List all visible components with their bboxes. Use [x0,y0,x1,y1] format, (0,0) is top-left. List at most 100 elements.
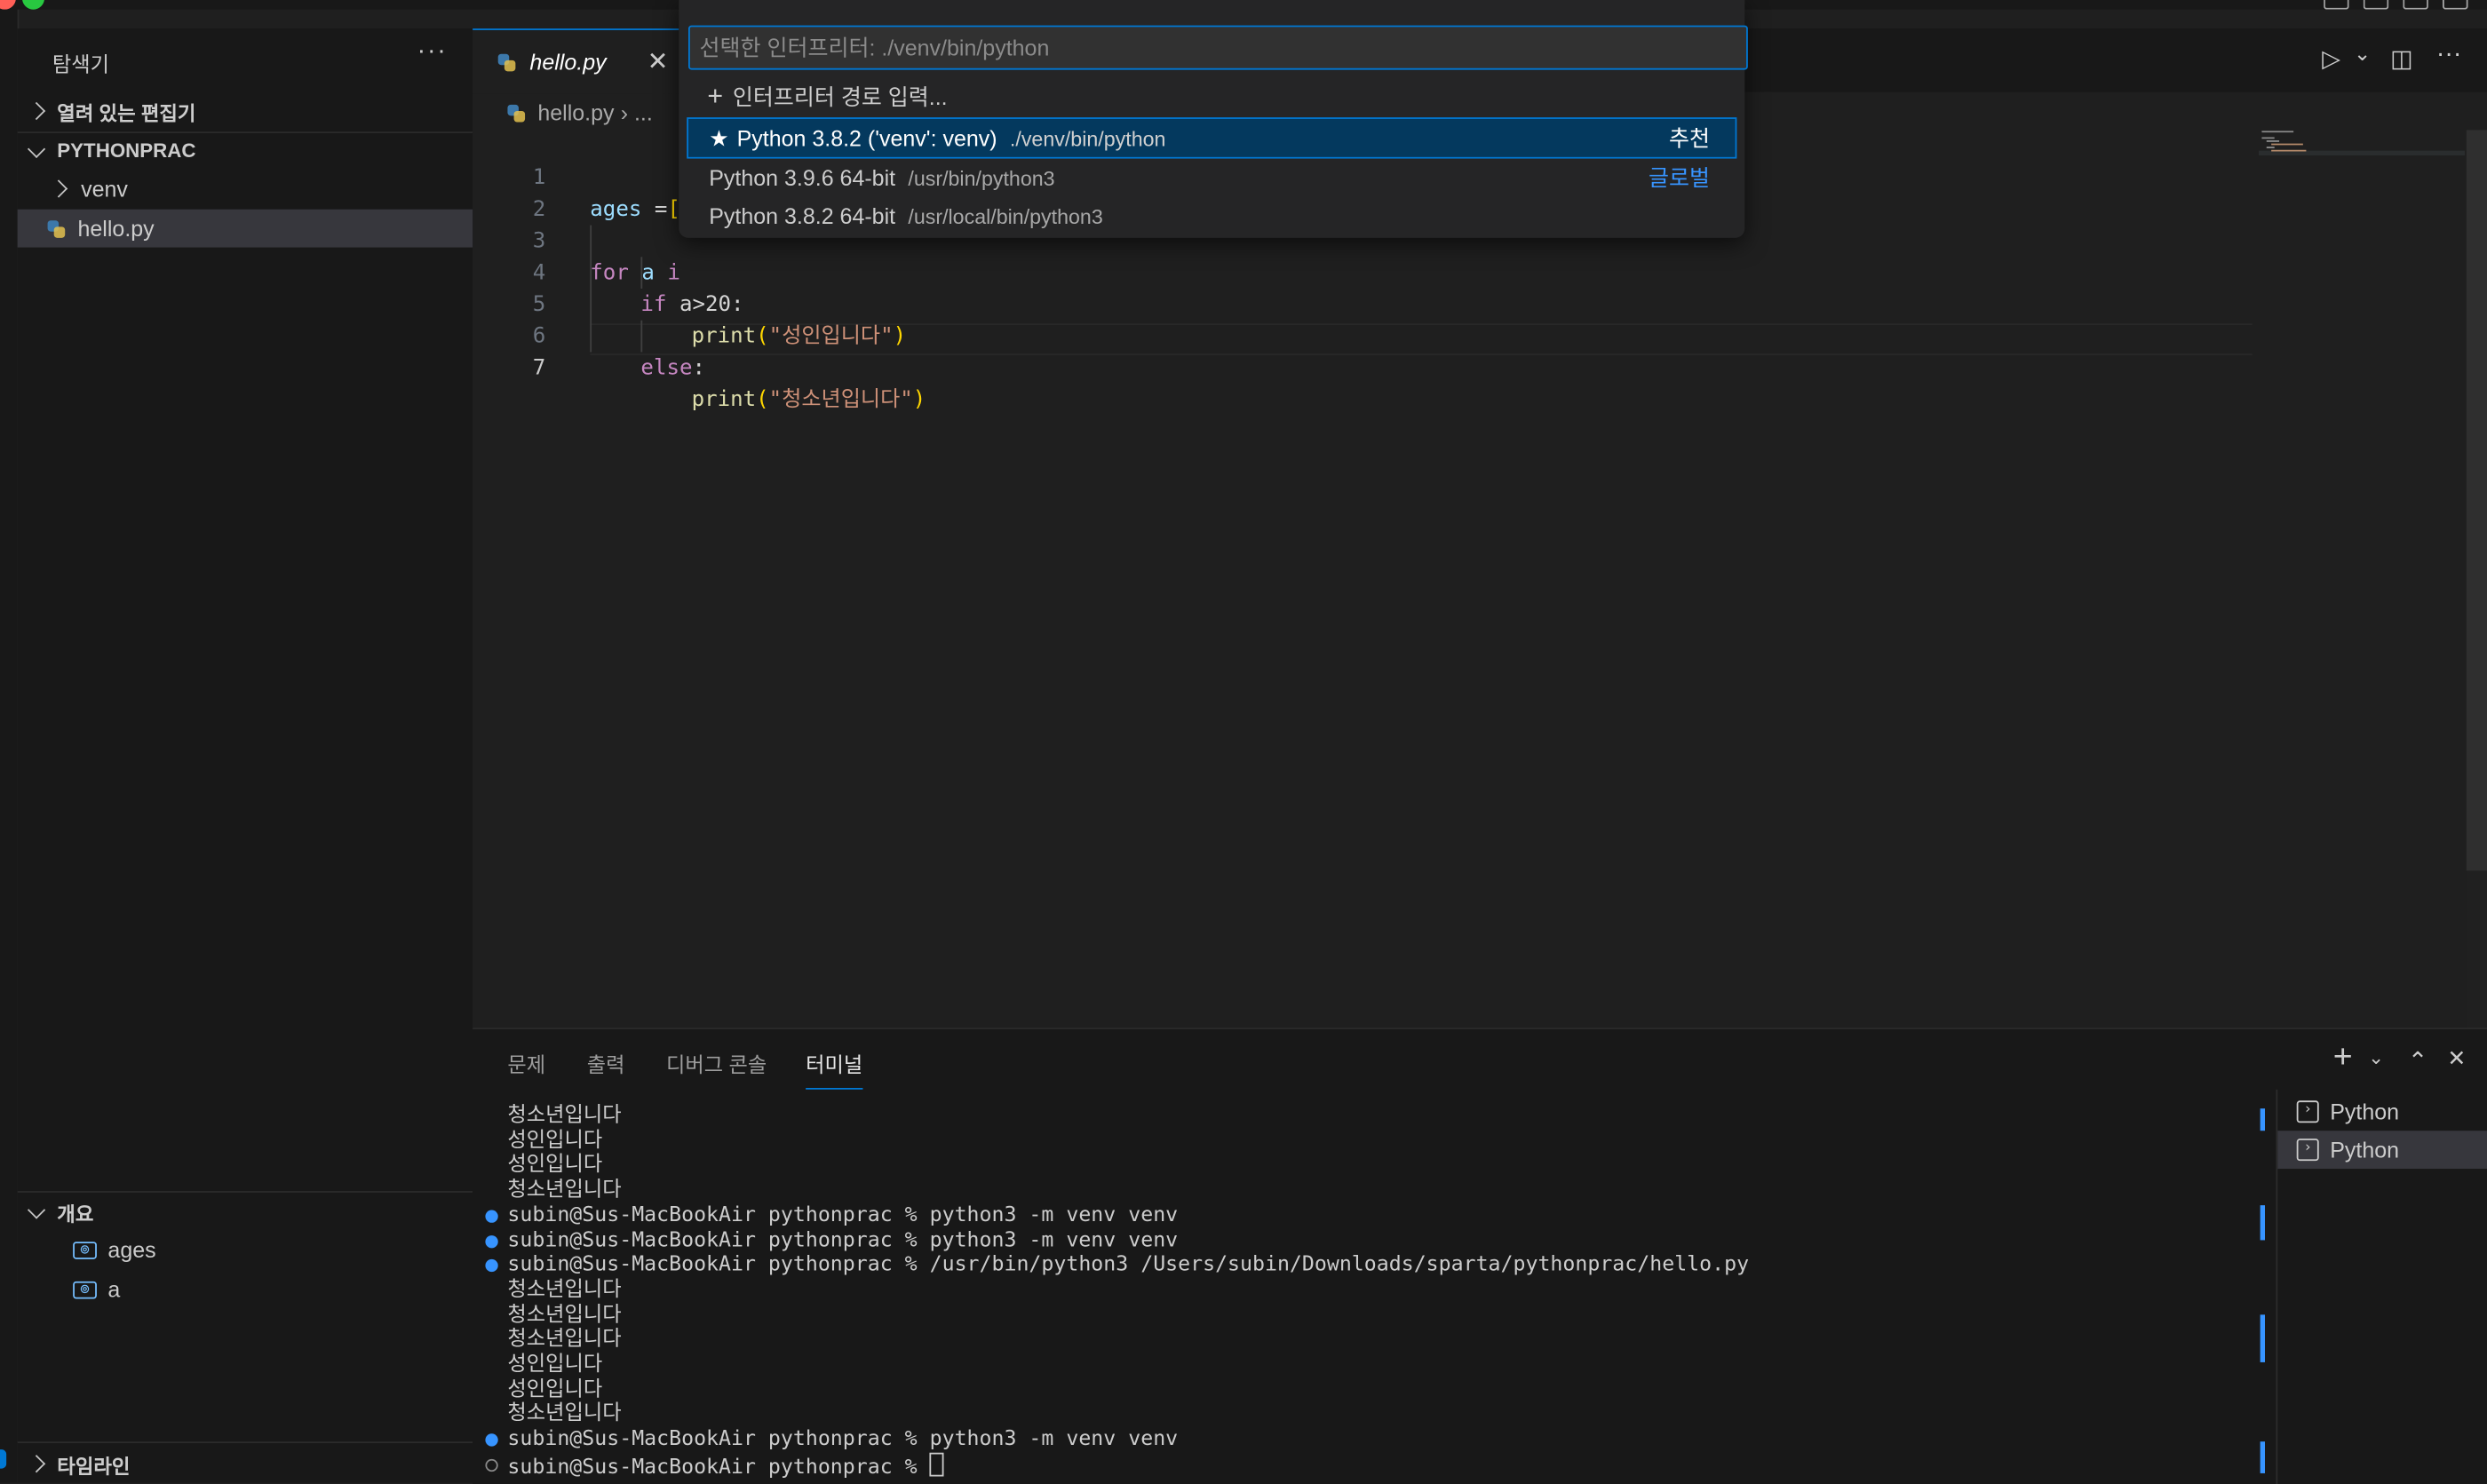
chevron-down-icon [27,139,46,158]
terminal-line-text: 성인입니다 [507,1353,603,1377]
breadcrumb-symbols[interactable]: › ... [621,99,653,125]
scrollbar-thumb[interactable] [2466,130,2487,871]
terminal-line-text: 청소년입니다 [507,1103,622,1128]
terminal-line-text: 청소년입니다 [507,1278,622,1303]
terminal-line: 청소년입니다 [507,1104,621,1130]
tab-terminal[interactable]: 터미널 [806,1048,863,1090]
command-success-decoration[interactable] [485,1235,498,1249]
terminal-list-item[interactable]: › Python [2277,1092,2487,1131]
run-python-icon[interactable]: ▷ [2322,44,2340,73]
terminal-line: subin@Sus-MacBookAir pythonprac % python… [507,1427,1178,1453]
tree-item-venv[interactable]: venv [18,170,473,208]
terminal-line-text: subin@Sus-MacBookAir pythonprac % /usr/b… [507,1252,1750,1277]
minimap[interactable] [2258,130,2465,1028]
terminal-line: 성인입니다 [507,1153,602,1178]
outline-section[interactable]: 개요 [18,1194,473,1229]
interpreter-option-local-382[interactable]: Python 3.8.2 64-bit /usr/local/bin/pytho… [688,196,1736,234]
terminal-line: 성인입니다 [507,1129,602,1155]
tab-debug-console[interactable]: 디버그 콘솔 [666,1048,767,1078]
global-tag: 글로벌 [1648,164,1710,191]
tab-output[interactable]: 출력 [587,1048,625,1078]
code-token: print [691,386,757,413]
terminal-line: 청소년입니다 [507,1178,621,1204]
activity-bar [0,9,20,1483]
more-actions-icon[interactable]: ··· [417,38,448,67]
timeline-section[interactable]: 타임라인 [18,1447,473,1481]
terminal-line-text: 청소년입니다 [507,1327,622,1352]
editor-more-icon[interactable]: ··· [2436,41,2462,69]
python-file-icon [47,219,66,237]
option-label: Python 3.8.2 ('venv': venv) [736,125,997,151]
editor-scrollbar[interactable] [2466,130,2487,1028]
line-number: 7 [532,354,546,381]
toggle-panel-icon[interactable] [2363,0,2389,10]
folder-section-pythonprac[interactable]: PYTHONPRAC [18,133,473,168]
outline-label: 개요 [57,1202,94,1226]
code-token: : [692,354,706,381]
plus-icon: + [707,81,724,111]
outline-item-ages[interactable]: ⊚ ages [18,1231,473,1269]
section-divider [17,1191,473,1193]
python-file-icon [507,103,526,122]
minimap-preview [2258,131,2465,155]
folder-label: PYTHONPRAC [57,139,196,163]
command-success-decoration[interactable] [485,1210,498,1223]
interpreter-search-input[interactable] [687,25,1748,70]
split-editor-icon[interactable]: ◫ [2390,44,2412,73]
command-pending-decoration[interactable] [485,1458,498,1472]
terminal-line-text: subin@Sus-MacBookAir pythonprac % [507,1456,930,1480]
terminal-line: 청소년입니다 [507,1328,621,1353]
run-menu-chevron-icon[interactable]: ⌄ [2354,41,2371,67]
customize-layout-icon[interactable] [2442,0,2468,10]
terminal-menu-chevron-icon[interactable]: ⌄ [2368,1047,2384,1069]
bottom-panel: 문제 출력 디버그 콘솔 터미널 + ⌄ ⌃ ✕ 청소년입니다 성인입니다 성인입니… [473,1028,2487,1484]
close-window-button[interactable] [0,0,16,10]
code-editor[interactable]: 1 ages =[ 2 3 for a i 4 if a>20: 5 print… [473,130,2265,1018]
terminal-name: Python [2330,1137,2400,1163]
new-terminal-icon[interactable]: + [2333,1039,2353,1077]
terminal-line-text: 청소년입니다 [507,1303,622,1328]
toggle-secondary-sidebar-icon[interactable] [2403,0,2428,10]
terminal-overview-mark [2260,1205,2265,1241]
code-token: "청소년입니다" [768,386,913,413]
interpreter-option-system-396[interactable]: Python 3.9.6 64-bit /usr/bin/python3 글로벌 [688,159,1736,197]
option-detail: ./venv/bin/python [1009,125,1166,150]
chevron-down-icon [27,1200,46,1218]
tab-hello-py[interactable]: hello.py ✕ [473,28,679,94]
open-editors-section[interactable]: 열려 있는 편집기 [18,93,473,128]
toggle-sidebar-icon[interactable] [2324,0,2349,10]
chevron-right-icon [27,101,46,121]
command-success-decoration[interactable] [485,1433,498,1447]
close-tab-icon[interactable]: ✕ [648,46,669,78]
outline-item-label: ages [107,1236,156,1263]
terminal-line: 청소년입니다 [507,1278,621,1304]
enter-interpreter-path-item[interactable]: + 인터프리터 경로 입력... [688,77,1736,115]
accounts-icon[interactable] [0,1449,7,1469]
tab-problems[interactable]: 문제 [507,1048,545,1078]
chevron-right-icon [49,179,68,198]
tree-item-label: hello.py [77,215,155,242]
terminal-list-item[interactable]: › Python [2277,1131,2487,1170]
option-detail: /usr/bin/python3 [908,165,1055,190]
terminal-line: subin@Sus-MacBookAir pythonprac % python… [507,1229,1178,1255]
option-detail: /usr/local/bin/python3 [908,203,1103,228]
outline-item-a[interactable]: ⊚ a [18,1270,473,1308]
terminal-line-text: subin@Sus-MacBookAir pythonprac % python… [507,1427,1179,1451]
timeline-label: 타임라인 [57,1455,131,1478]
terminal-line: subin@Sus-MacBookAir pythonprac % [507,1452,944,1480]
close-panel-icon[interactable]: ✕ [2447,1045,2466,1072]
interpreter-option-venv[interactable]: ★ Python 3.8.2 ('venv': venv) ./venv/bin… [687,117,1737,159]
option-label: Python 3.9.6 64-bit [709,164,896,191]
terminal-line: 청소년입니다 [507,1402,621,1428]
breadcrumb-file[interactable]: hello.py [537,99,614,125]
command-success-decoration[interactable] [485,1258,498,1273]
terminal-line: 성인입니다 [507,1353,602,1378]
python-file-icon [497,52,516,71]
terminal-output[interactable]: 청소년입니다 성인입니다 성인입니다 청소년입니다 subin@Sus-MacBookA… [473,1104,2265,1484]
terminal-line-text: 성인입니다 [507,1129,603,1154]
tab-label: hello.py [529,49,607,75]
maximize-panel-icon[interactable]: ⌃ [2408,1047,2427,1075]
zoom-window-button[interactable] [21,0,44,10]
recommended-tag: 추천 [1668,125,1710,151]
tree-item-hello-py[interactable]: hello.py [17,209,473,248]
